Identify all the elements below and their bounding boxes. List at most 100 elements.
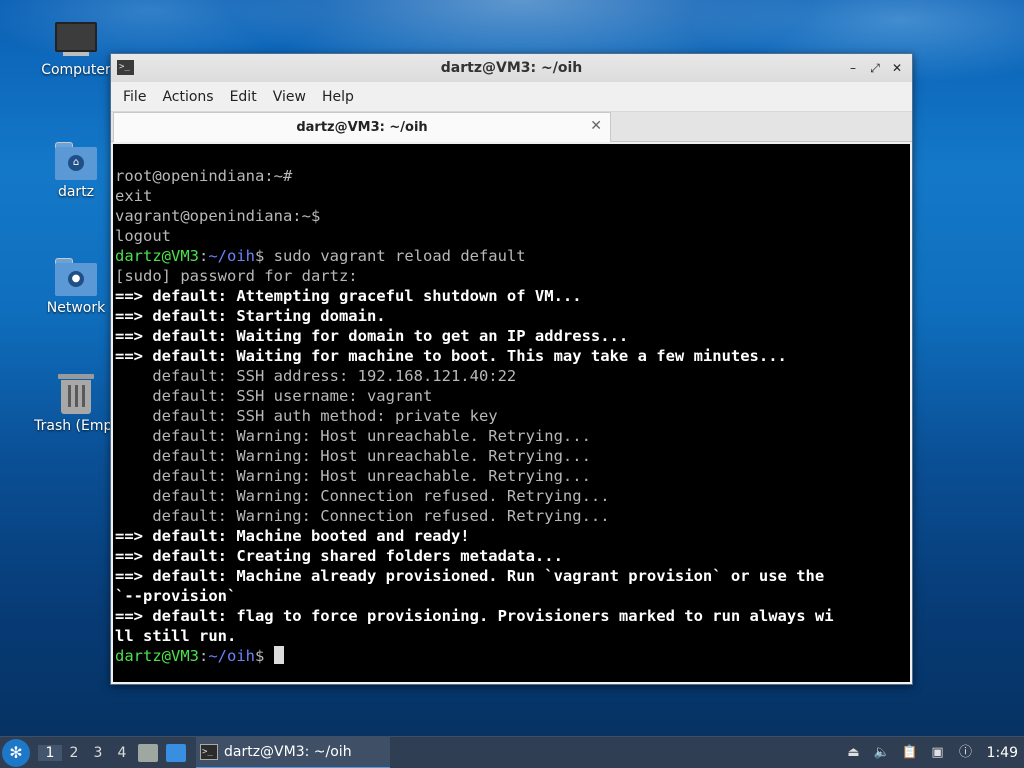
terminal-line: ==> default: Waiting for machine to boot… bbox=[115, 346, 910, 366]
terminal-text: ==> default: Machine booted and ready! bbox=[115, 527, 470, 545]
text-cursor bbox=[273, 646, 284, 664]
clipboard-icon[interactable]: 📋 bbox=[901, 744, 919, 762]
close-button[interactable]: ✕ bbox=[888, 59, 906, 77]
window-title: dartz@VM3: ~/oih bbox=[440, 60, 583, 76]
terminal-line: dartz@VM3:~/oih$ bbox=[115, 646, 910, 666]
window-titlebar[interactable]: >_ dartz@VM3: ~/oih – ⤢ ✕ bbox=[111, 54, 912, 82]
minimize-button[interactable]: – bbox=[844, 59, 862, 77]
terminal-line: [sudo] password for dartz: bbox=[115, 266, 910, 286]
task-label: dartz@VM3: ~/oih bbox=[224, 743, 352, 760]
desktop-icon-label: Computer bbox=[41, 62, 111, 78]
menu-view[interactable]: View bbox=[265, 89, 314, 105]
terminal-text: default: SSH address: 192.168.121.40:22 bbox=[115, 367, 517, 385]
workspace-4[interactable]: 4 bbox=[110, 745, 134, 761]
trash-icon bbox=[58, 372, 94, 414]
terminal-text: `--provision` bbox=[115, 587, 237, 605]
taskbar: ✻ 1 2 3 4 >_ dartz@VM3: ~/oih ⏏ 🔈 📋 ▣ ⓘ … bbox=[0, 736, 1024, 768]
terminal-line: default: Warning: Connection refused. Re… bbox=[115, 486, 910, 506]
terminal-text: default: Warning: Host unreachable. Retr… bbox=[115, 467, 591, 485]
terminal-line: dartz@VM3:~/oih$ sudo vagrant reload def… bbox=[115, 246, 910, 266]
terminal-window: >_ dartz@VM3: ~/oih – ⤢ ✕ File Actions E… bbox=[110, 53, 913, 685]
terminal-line: default: SSH username: vagrant bbox=[115, 386, 910, 406]
taskbar-task-terminal[interactable]: >_ dartz@VM3: ~/oih bbox=[196, 736, 390, 768]
desktop-icon-label: Network bbox=[46, 300, 106, 316]
home-folder-icon: ⌂ bbox=[55, 142, 97, 180]
terminal-line: ==> default: Waiting for domain to get a… bbox=[115, 326, 910, 346]
menu-file[interactable]: File bbox=[115, 89, 154, 105]
terminal-text: ==> default: flag to force provisioning.… bbox=[115, 607, 834, 625]
terminal-text: default: Warning: Host unreachable. Retr… bbox=[115, 447, 591, 465]
network-folder-icon: ● bbox=[55, 258, 97, 296]
terminal-icon: >_ bbox=[200, 743, 218, 760]
terminal-line: ==> default: Machine already provisioned… bbox=[115, 566, 910, 586]
terminal-text: ==> default: Attempting graceful shutdow… bbox=[115, 287, 582, 305]
terminal-text: : bbox=[199, 647, 209, 665]
terminal-line: ==> default: Attempting graceful shutdow… bbox=[115, 286, 910, 306]
workspace-1[interactable]: 1 bbox=[38, 744, 62, 761]
tab-terminal[interactable]: dartz@VM3: ~/oih ✕ bbox=[113, 112, 611, 142]
terminal-text: logout bbox=[115, 227, 171, 245]
terminal-text: root@openindiana:~# bbox=[115, 167, 293, 185]
terminal-text: default: SSH auth method: private key bbox=[115, 407, 498, 425]
terminal-text: [sudo] password for dartz: bbox=[115, 267, 358, 285]
terminal-text: ==> default: Starting domain. bbox=[115, 307, 386, 325]
terminal-text: default: Warning: Connection refused. Re… bbox=[115, 487, 610, 505]
tab-title: dartz@VM3: ~/oih bbox=[296, 120, 428, 135]
terminal-output[interactable]: root@openindiana:~# exit vagrant@openindia… bbox=[113, 144, 910, 682]
terminal-line: default: Warning: Host unreachable. Retr… bbox=[115, 426, 910, 446]
maximize-button[interactable]: ⤢ bbox=[866, 59, 884, 77]
workspace-3[interactable]: 3 bbox=[86, 745, 110, 761]
terminal-line: default: SSH auth method: private key bbox=[115, 406, 910, 426]
terminal-line: default: Warning: Host unreachable. Retr… bbox=[115, 466, 910, 486]
terminal-line: logout bbox=[115, 226, 910, 246]
terminal-line: `--provision` bbox=[115, 586, 910, 606]
terminal-text: default: Warning: Host unreachable. Retr… bbox=[115, 427, 591, 445]
terminal-icon: >_ bbox=[117, 60, 134, 75]
clock[interactable]: 1:49 bbox=[987, 745, 1018, 761]
show-desktop-icon[interactable] bbox=[138, 743, 158, 762]
menu-bar: File Actions Edit View Help bbox=[111, 82, 912, 112]
terminal-line: default: Warning: Host unreachable. Retr… bbox=[115, 446, 910, 466]
network-icon[interactable]: ▣ bbox=[929, 744, 947, 762]
terminal-text: default: SSH username: vagrant bbox=[115, 387, 433, 405]
eject-icon[interactable]: ⏏ bbox=[845, 744, 863, 762]
terminal-text: ==> default: Machine already provisioned… bbox=[115, 567, 825, 585]
terminal-text: ll still run. bbox=[115, 627, 237, 645]
terminal-line: vagrant@openindiana:~$ bbox=[115, 206, 910, 226]
tab-close-icon[interactable]: ✕ bbox=[590, 118, 602, 134]
workspace-2[interactable]: 2 bbox=[62, 745, 86, 761]
terminal-text: ==> default: Creating shared folders met… bbox=[115, 547, 563, 565]
desktop-icon-label: dartz bbox=[57, 184, 95, 200]
terminal-text: default: Warning: Connection refused. Re… bbox=[115, 507, 610, 525]
file-manager-icon[interactable] bbox=[166, 743, 186, 762]
computer-icon bbox=[55, 22, 97, 58]
terminal-line: ==> default: Starting domain. bbox=[115, 306, 910, 326]
terminal-text: exit bbox=[115, 187, 153, 205]
terminal-line: ==> default: Creating shared folders met… bbox=[115, 546, 910, 566]
terminal-line: default: Warning: Connection refused. Re… bbox=[115, 506, 910, 526]
menu-edit[interactable]: Edit bbox=[222, 89, 265, 105]
desktop-icon-label: Trash (Empt bbox=[34, 418, 118, 434]
notification-icon[interactable]: ⓘ bbox=[957, 744, 975, 762]
menu-help[interactable]: Help bbox=[314, 89, 362, 105]
terminal-line: default: SSH address: 192.168.121.40:22 bbox=[115, 366, 910, 386]
terminal-text: ~/oih bbox=[208, 247, 256, 265]
terminal-text: : bbox=[199, 247, 209, 265]
terminal-text: $ bbox=[255, 647, 274, 665]
terminal-text: dartz@VM3 bbox=[115, 647, 199, 665]
tab-bar: dartz@VM3: ~/oih ✕ bbox=[111, 112, 912, 142]
menu-actions[interactable]: Actions bbox=[154, 89, 221, 105]
terminal-text: dartz@VM3 bbox=[115, 247, 199, 265]
terminal-text: vagrant@openindiana:~$ bbox=[115, 207, 321, 225]
terminal-line: root@openindiana:~# bbox=[115, 166, 910, 186]
terminal-line: exit bbox=[115, 186, 910, 206]
volume-icon[interactable]: 🔈 bbox=[873, 744, 891, 762]
app-menu-icon[interactable]: ✻ bbox=[2, 738, 30, 767]
terminal-text: ==> default: Waiting for domain to get a… bbox=[115, 327, 629, 345]
terminal-line: ll still run. bbox=[115, 626, 910, 646]
terminal-text: $ sudo vagrant reload default bbox=[255, 247, 526, 265]
terminal-text: ==> default: Waiting for machine to boot… bbox=[115, 347, 787, 365]
terminal-line: ==> default: flag to force provisioning.… bbox=[115, 606, 910, 626]
terminal-text: ~/oih bbox=[208, 647, 256, 665]
terminal-line: ==> default: Machine booted and ready! bbox=[115, 526, 910, 546]
